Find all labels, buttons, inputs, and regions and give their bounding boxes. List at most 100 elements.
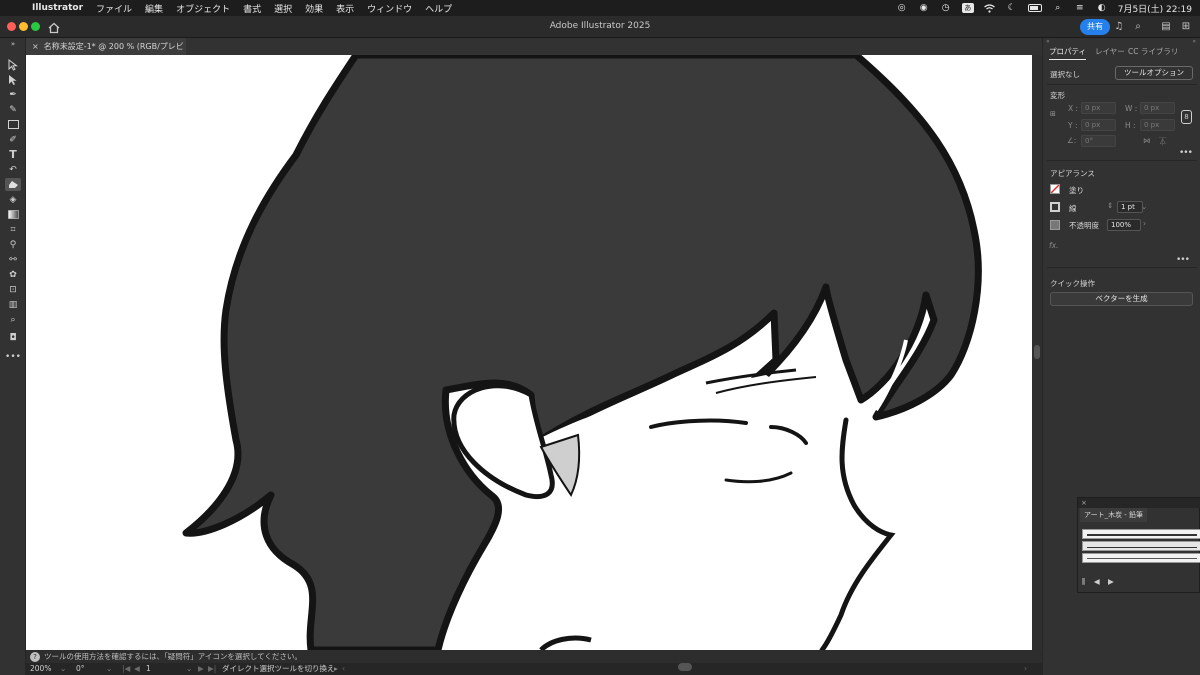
focus-moon-icon[interactable]: ☾ <box>1006 3 1018 13</box>
time-machine-icon[interactable]: ◷ <box>940 3 952 13</box>
tab-cc-libraries[interactable]: CC ライブラリ <box>1128 44 1178 60</box>
brush-row-2[interactable] <box>1082 541 1200 551</box>
menu-select[interactable]: 選択 <box>274 2 292 15</box>
fill-stroke-swatch-icon[interactable]: ◘ <box>5 331 21 344</box>
creative-cloud-icon[interactable]: ◎ <box>896 3 908 13</box>
document-tab[interactable]: ×名称未設定-1* @ 200 % (RGB/プレビュー) <box>26 38 186 68</box>
fill-none-swatch-icon[interactable] <box>1050 184 1060 194</box>
blend-tool-icon[interactable]: ⚯ <box>5 253 21 266</box>
zoom-level-field[interactable]: 200% <box>30 663 51 675</box>
opacity-field[interactable]: 100% <box>1107 219 1141 231</box>
menu-help[interactable]: ヘルプ <box>425 2 452 15</box>
menu-app-name[interactable]: Illustrator <box>32 3 83 13</box>
type-tool-icon[interactable]: T <box>5 148 21 161</box>
gradient-tool-icon[interactable] <box>5 208 21 221</box>
artboard-dropdown-icon[interactable]: ⌄ <box>186 663 192 675</box>
menu-effect[interactable]: 効果 <box>305 2 323 15</box>
eyedropper-tool-icon[interactable]: ⚲ <box>5 238 21 251</box>
horizontal-scroll-thumb[interactable] <box>678 663 692 671</box>
rotate-tool-icon[interactable]: ↶ <box>5 163 21 176</box>
previous-library-icon[interactable]: ◀ <box>1094 577 1100 586</box>
first-artboard-icon[interactable]: |◀ <box>122 663 130 675</box>
share-button[interactable]: 共有 <box>1080 19 1110 35</box>
brush-row-3[interactable] <box>1082 553 1200 563</box>
scroll-left-icon[interactable]: ‹ <box>342 663 345 675</box>
artboard-tool-icon[interactable]: ⊡ <box>5 283 21 296</box>
transform-more-icon[interactable]: ••• <box>1179 148 1193 158</box>
scroll-right-icon[interactable]: › <box>1024 663 1027 675</box>
record-icon[interactable]: ◉ <box>918 3 930 13</box>
canvas-vertical-scrollbar[interactable] <box>1032 55 1042 650</box>
last-artboard-icon[interactable]: ▶| <box>208 663 216 675</box>
angle-field[interactable]: 0° <box>1081 135 1116 147</box>
pen-tool-icon[interactable]: ✒ <box>5 88 21 101</box>
stroke-stepper-icon[interactable]: ⇕ <box>1107 201 1113 210</box>
spotlight-search-icon[interactable]: ⌕ <box>1052 3 1064 13</box>
artboard-number-field[interactable]: 1 <box>146 663 151 675</box>
flip-vertical-icon[interactable]: ⏄ <box>1159 136 1167 147</box>
brush-charcoal-row[interactable] <box>1082 529 1200 539</box>
tool-options-button[interactable]: ツールオプション <box>1115 66 1193 80</box>
close-tab-icon[interactable]: × <box>32 42 39 51</box>
edit-toolbar-more-icon[interactable]: ••• <box>5 350 21 363</box>
search-icon[interactable]: ⌕ <box>1132 21 1144 33</box>
curvature-tool-icon[interactable]: ✎ <box>5 103 21 116</box>
zoom-dropdown-icon[interactable]: ⌄ <box>60 663 66 675</box>
menu-edit[interactable]: 編集 <box>145 2 163 15</box>
column-graph-tool-icon[interactable]: ▥ <box>5 298 21 311</box>
shape-builder-tool-icon[interactable]: ◈ <box>5 193 21 206</box>
x-field[interactable]: 0 px <box>1081 102 1116 114</box>
selection-tool-icon[interactable] <box>5 58 21 71</box>
next-artboard-icon[interactable]: ▶ <box>198 663 204 675</box>
eraser-tool-icon[interactable] <box>5 178 21 191</box>
stroke-weight-dropdown-icon[interactable]: ⌄ <box>1141 202 1147 211</box>
flip-horizontal-icon[interactable]: ⋈ <box>1143 136 1151 145</box>
artboard-canvas[interactable] <box>26 55 1032 650</box>
stroke-weight-field[interactable]: 1 pt <box>1117 201 1143 213</box>
fx-effects-icon[interactable]: fx. <box>1049 241 1058 250</box>
h-field[interactable]: 0 px <box>1140 119 1175 131</box>
brush-library-icon[interactable]: ⫼ <box>1082 577 1085 586</box>
symbol-sprayer-tool-icon[interactable]: ✿ <box>5 268 21 281</box>
battery-icon[interactable] <box>1027 4 1042 12</box>
status-menu-arrow-icon[interactable]: ▸ <box>334 663 338 675</box>
w-field[interactable]: 0 px <box>1140 102 1175 114</box>
reference-point-icon[interactable]: ⊞ <box>1050 110 1056 118</box>
workspace-switcher-icon[interactable]: ▤ <box>1160 21 1172 33</box>
control-center-icon[interactable]: ≡ <box>1074 3 1086 13</box>
help-question-icon[interactable]: ? <box>30 652 40 662</box>
menu-view[interactable]: 表示 <box>336 2 354 15</box>
tab-layers[interactable]: レイヤー <box>1095 44 1125 60</box>
input-method-icon[interactable]: あ <box>961 3 974 13</box>
vectorize-button[interactable]: ベクターを生成 <box>1050 292 1193 306</box>
menu-window[interactable]: ウィンドウ <box>367 2 412 15</box>
constrain-proportions-icon[interactable]: 8 <box>1181 110 1192 124</box>
arrange-documents-icon[interactable]: ⊞ <box>1180 21 1192 33</box>
opacity-arrow-icon[interactable]: › <box>1143 219 1146 228</box>
menu-type[interactable]: 書式 <box>243 2 261 15</box>
rotation-field[interactable]: 0° <box>76 663 85 675</box>
appearance-more-icon[interactable]: ••• <box>1176 255 1190 265</box>
brushes-tab[interactable]: アート_木炭 - 鉛筆 <box>1080 508 1148 522</box>
toolbar-collapse-icon[interactable]: » <box>5 40 21 48</box>
brushes-close-icon[interactable]: × <box>1081 499 1087 507</box>
y-field[interactable]: 0 px <box>1081 119 1116 131</box>
menu-file[interactable]: ファイル <box>96 2 132 15</box>
previous-artboard-icon[interactable]: ◀ <box>134 663 140 675</box>
wifi-icon[interactable] <box>984 3 996 13</box>
paintbrush-tool-icon[interactable]: ✐ <box>5 133 21 146</box>
menu-object[interactable]: オブジェクト <box>176 2 230 15</box>
mesh-tool-icon[interactable]: ⌗ <box>5 223 21 236</box>
notifications-bell-icon[interactable]: ♫ <box>1113 21 1125 33</box>
vertical-scroll-thumb[interactable] <box>1034 345 1040 359</box>
rectangle-tool-icon[interactable] <box>5 118 21 131</box>
menu-clock[interactable]: 7月5日(土) 22:19 <box>1118 2 1192 15</box>
tab-properties[interactable]: プロパティ <box>1049 44 1087 60</box>
brushes-panel-header[interactable]: × <box>1078 498 1200 508</box>
stroke-swatch-icon[interactable] <box>1050 202 1060 212</box>
rotation-dropdown-icon[interactable]: ⌄ <box>106 663 112 675</box>
direct-selection-tool-icon[interactable] <box>5 73 21 86</box>
siri-icon[interactable]: ◐ <box>1096 3 1108 13</box>
next-library-icon[interactable]: ▶ <box>1108 577 1114 586</box>
zoom-tool-icon[interactable]: ⌕ <box>5 313 21 326</box>
